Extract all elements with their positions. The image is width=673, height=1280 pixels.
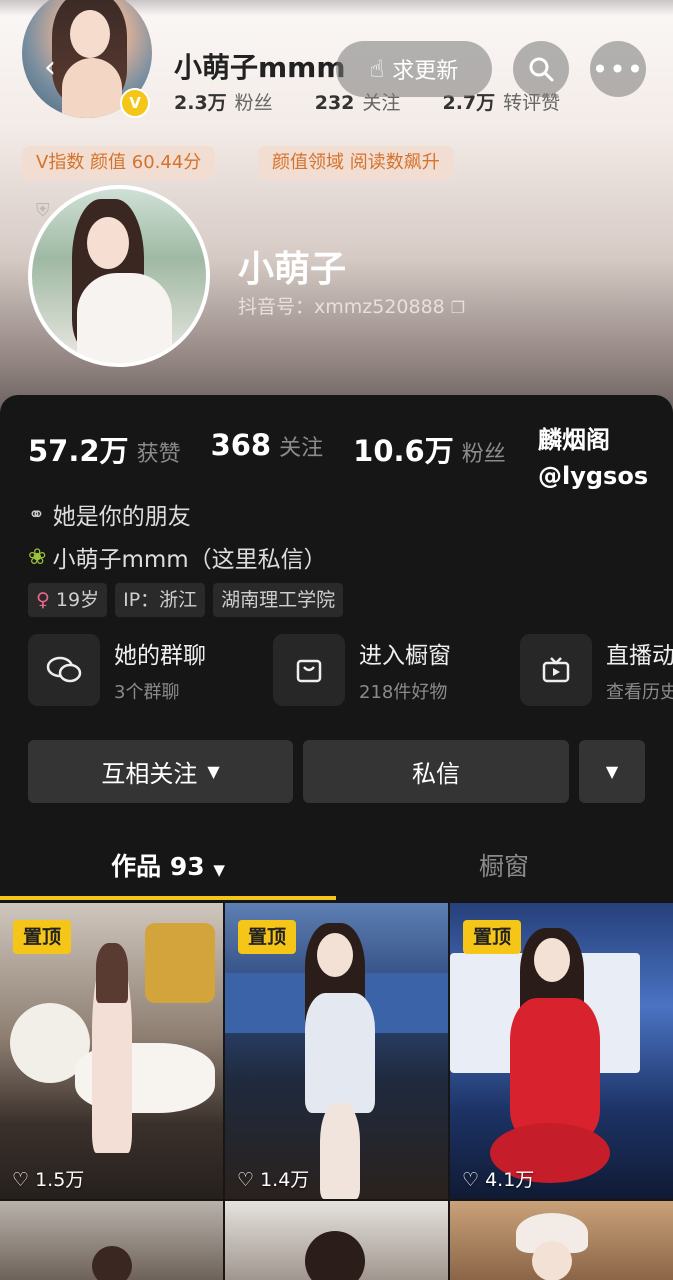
video-tile[interactable]: 置顶 ♡ 1.5万	[0, 903, 223, 1199]
content-tabs: 作品 93 ▼ 橱窗	[0, 838, 673, 902]
quick-link-showcase[interactable]: 进入橱窗 218件好物	[273, 634, 451, 706]
bio-message-text: 小萌子mmm（这里私信）	[52, 547, 327, 573]
quick-link-title: 她的群聊	[114, 643, 206, 669]
search-icon	[529, 57, 554, 82]
caret-down-icon: ▼	[213, 861, 225, 879]
chat-bubble-icon	[28, 634, 100, 706]
stat-value: 57.2万	[28, 434, 129, 468]
female-icon: ♀	[36, 589, 50, 611]
stat-value: 10.6万	[353, 434, 454, 468]
age-tag: ♀ 19岁	[28, 583, 108, 617]
heart-icon: ♡	[237, 1169, 255, 1191]
friends-icon: ⚭	[28, 502, 45, 526]
request-update-label: 求更新	[392, 59, 459, 84]
video-tile[interactable]	[450, 1201, 673, 1280]
gift-icon: ❀	[28, 544, 47, 570]
age-tag-text: 19岁	[55, 589, 100, 611]
quick-link-title: 进入橱窗	[359, 643, 451, 669]
heart-icon: ♡	[462, 1169, 480, 1191]
friend-relation-text: 她是你的朋友	[52, 504, 191, 530]
active-tab-indicator	[0, 896, 336, 900]
tab-works-label: 作品 93	[111, 852, 205, 881]
video-likes: ♡ 1.5万	[12, 1165, 84, 1192]
domain-rank-tag[interactable]: 颜值领域 阅读数飙升	[258, 146, 454, 180]
video-likes: ♡ 1.4万	[237, 1165, 309, 1192]
header-account-name: 小萌子mmm	[174, 51, 346, 84]
video-tile[interactable]: 置顶 ♡ 4.1万	[450, 903, 673, 1199]
header-following-value: 232	[314, 92, 355, 114]
video-tile[interactable]: 置顶 ♡ 1.4万	[225, 903, 448, 1199]
pinned-badge: 置顶	[238, 920, 296, 954]
info-tags: ♀ 19岁 IP：浙江 湖南理工学院	[28, 583, 344, 617]
mutual-follow-label: 互相关注	[101, 760, 198, 788]
quick-link-title: 直播动	[606, 643, 673, 669]
douyin-id-text: 抖音号：xmmz520888	[238, 296, 445, 318]
message-button[interactable]: 私信	[303, 740, 569, 803]
watermark: 麟烟阁 @lygsos	[538, 422, 648, 494]
pinned-badge: 置顶	[13, 920, 71, 954]
douyin-id[interactable]: 抖音号：xmmz520888 ❐	[238, 292, 465, 319]
caret-down-icon: ▼	[207, 762, 220, 781]
caret-down-icon: ▼	[605, 762, 619, 781]
hand-pointing-icon: ☝	[369, 55, 385, 83]
stat-followers[interactable]: 10.6万 粉丝	[353, 428, 506, 470]
video-likes: ♡ 4.1万	[462, 1165, 534, 1192]
back-button[interactable]: ‹	[44, 48, 68, 88]
profile-avatar[interactable]	[28, 185, 210, 367]
profile-stats: 57.2万 获赞 368 关注 10.6万 粉丝	[28, 428, 506, 470]
quick-link-subtitle: 3个群聊	[114, 682, 180, 703]
quick-link-subtitle: 218件好物	[359, 682, 448, 703]
stat-value: 368	[210, 428, 272, 462]
video-likes-count: 4.1万	[485, 1169, 535, 1191]
request-update-button[interactable]: ☝ 求更新	[336, 41, 492, 97]
header-followers-value: 2.3万	[174, 92, 227, 114]
more-dropdown-button[interactable]: ▼	[579, 740, 645, 803]
school-tag[interactable]: 湖南理工学院	[213, 583, 344, 617]
stat-label: 关注	[279, 436, 324, 461]
header-followers-label: 粉丝	[234, 92, 273, 114]
video-tile[interactable]	[0, 1201, 223, 1280]
video-likes-count: 1.5万	[35, 1169, 85, 1191]
watermark-line1: 麟烟阁	[538, 426, 610, 454]
more-dots-icon: •••	[591, 52, 645, 86]
quick-link-subtitle: 查看历史	[606, 682, 673, 703]
video-likes-count: 1.4万	[260, 1169, 310, 1191]
ip-location-tag: IP：浙江	[115, 583, 206, 617]
video-tile[interactable]	[225, 1201, 448, 1280]
profile-name: 小萌子	[238, 249, 347, 290]
quick-link-group-chat[interactable]: 她的群聊 3个群聊	[28, 634, 206, 706]
message-label: 私信	[412, 760, 460, 788]
verified-badge-icon: V	[120, 88, 150, 118]
quick-link-live[interactable]: 直播动 查看历史	[520, 634, 673, 706]
stat-following[interactable]: 368 关注	[211, 428, 324, 470]
copy-icon[interactable]: ❐	[451, 298, 465, 317]
tab-showcase[interactable]: 橱窗	[336, 838, 672, 900]
heart-icon: ♡	[12, 1169, 30, 1191]
search-button[interactable]	[513, 41, 569, 97]
watermark-line2: @lygsos	[538, 462, 649, 490]
pinned-badge: 置顶	[463, 920, 521, 954]
tab-works[interactable]: 作品 93 ▼	[0, 838, 336, 900]
friend-relation: ⚭ 她是你的朋友	[28, 497, 191, 531]
tv-icon	[520, 634, 592, 706]
stat-label: 获赞	[136, 442, 181, 467]
stat-label: 粉丝	[461, 442, 506, 467]
stat-likes[interactable]: 57.2万 获赞	[28, 428, 181, 470]
bio-message-line: ❀ 小萌子mmm（这里私信）	[28, 540, 327, 574]
shopping-bag-icon	[273, 634, 345, 706]
mutual-follow-button[interactable]: 互相关注 ▼	[28, 740, 293, 803]
more-options-button[interactable]: •••	[590, 41, 646, 97]
v-index-tag[interactable]: V指数 颜值 60.44分	[22, 146, 216, 180]
